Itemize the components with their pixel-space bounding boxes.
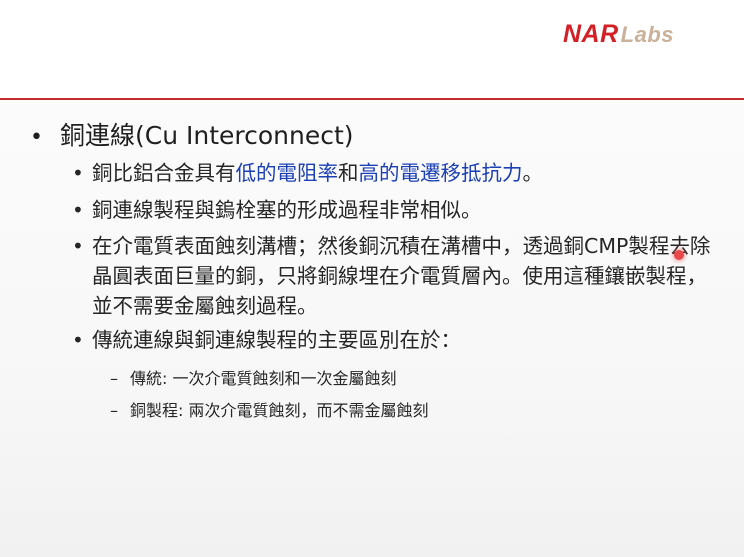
bullet-icon: • [72, 234, 84, 258]
sub-bullet-1: – 傳統: 一次介電質蝕刻和一次金屬蝕刻 [110, 365, 396, 389]
bullet-icon: • [30, 125, 43, 150]
highlight-electromigration: 高的電遷移抵抗力 [358, 161, 523, 185]
bullet-icon: • [72, 198, 84, 222]
narlabs-logo: NAR Labs [563, 20, 674, 50]
text-segment: 銅比鋁合金具有 [92, 161, 236, 185]
bullet-icon: • [72, 161, 84, 185]
laser-pointer-cursor [674, 250, 684, 260]
logo-labs-text: Labs [620, 22, 675, 47]
main-bullet: • 銅連線(Cu Interconnect) [30, 116, 354, 152]
sub-bullet-2: – 銅製程: 兩次介電質蝕刻，而不需金屬蝕刻 [110, 397, 428, 421]
main-heading: 銅連線(Cu Interconnect) [60, 121, 354, 150]
bullet-text-4: 傳統連線與銅連線製程的主要區別在於： [92, 328, 461, 352]
bullet-item-1: • 銅比鋁合金具有低的電阻率和高的電遷移抵抗力。 [72, 158, 717, 188]
text-segment: 和 [338, 161, 359, 185]
dash-icon: – [110, 401, 118, 420]
sub-bullet-text-2: 銅製程: 兩次介電質蝕刻，而不需金屬蝕刻 [130, 401, 429, 420]
bullet-text-2: 銅連線製程與鎢栓塞的形成過程非常相似。 [92, 198, 482, 222]
slide: NAR Labs • 銅連線(Cu Interconnect) • 銅比鋁合金具… [0, 0, 744, 557]
sub-bullet-text-1: 傳統: 一次介電質蝕刻和一次金屬蝕刻 [130, 369, 397, 388]
bullet-icon: • [72, 328, 84, 352]
text-segment: 。 [522, 161, 544, 185]
bullet-item-2: • 銅連線製程與鎢栓塞的形成過程非常相似。 [72, 195, 717, 225]
header-divider [0, 98, 744, 100]
slide-header: NAR Labs [0, 0, 744, 100]
bullet-text-1: 銅比鋁合金具有低的電阻率和高的電遷移抵抗力。 [92, 158, 717, 188]
bullet-text-3: 在介電質表面蝕刻溝槽；然後銅沉積在溝槽中，透過銅CMP製程去除晶圓表面巨量的銅，… [92, 234, 711, 318]
bullet-item-4: • 傳統連線與銅連線製程的主要區別在於： [72, 325, 717, 355]
highlight-low-resistivity: 低的電阻率 [235, 161, 339, 185]
dash-icon: – [110, 369, 118, 388]
bullet-item-3: • 在介電質表面蝕刻溝槽；然後銅沉積在溝槽中，透過銅CMP製程去除晶圓表面巨量的… [72, 231, 717, 321]
logo-nar-text: NAR [563, 20, 619, 48]
